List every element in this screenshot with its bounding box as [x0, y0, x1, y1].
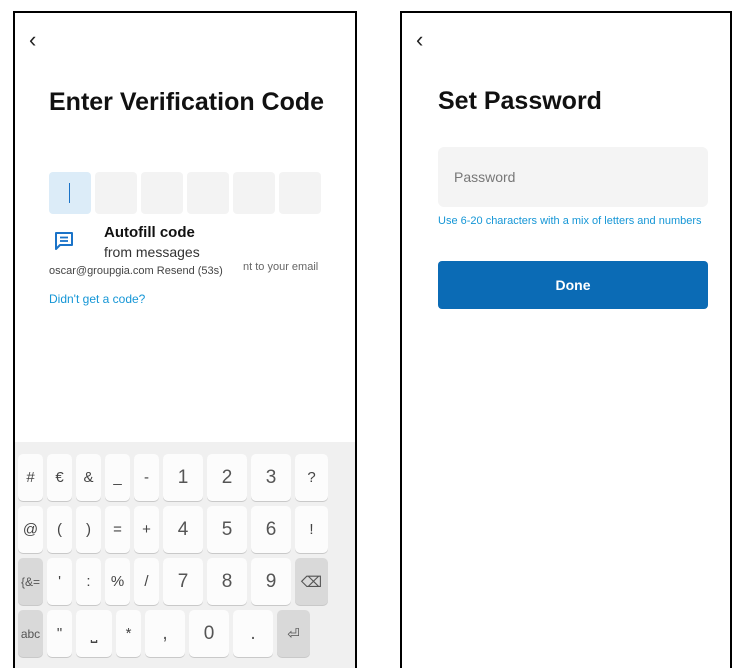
set-password-screen: ‹ Set Password Password Use 6-20 charact… — [400, 11, 732, 668]
key-underscore[interactable]: _ — [105, 454, 130, 501]
back-chevron-icon[interactable]: ‹ — [29, 29, 36, 51]
key-6[interactable]: 6 — [251, 506, 291, 553]
key-percent[interactable]: % — [105, 558, 130, 605]
verification-code-input[interactable] — [49, 172, 321, 214]
key-open-paren[interactable]: ( — [47, 506, 72, 553]
key-0[interactable]: 0 — [189, 610, 229, 657]
code-digit-box-4[interactable] — [187, 172, 229, 214]
backspace-icon[interactable]: ⌫ — [295, 558, 328, 605]
done-button[interactable]: Done — [438, 261, 708, 309]
key-3[interactable]: 3 — [251, 454, 291, 501]
autofill-subtitle: from messages — [104, 244, 200, 260]
back-chevron-icon[interactable]: ‹ — [416, 29, 423, 51]
key-8[interactable]: 8 — [207, 558, 247, 605]
code-digit-box-5[interactable] — [233, 172, 275, 214]
key-quote[interactable]: " — [47, 610, 72, 657]
code-digit-box-3[interactable] — [141, 172, 183, 214]
key-exclamation[interactable]: ! — [295, 506, 328, 553]
key-9[interactable]: 9 — [251, 558, 291, 605]
keyboard-row: {&= ':%/7 8 9 ⌫ — [18, 558, 353, 605]
key-euro[interactable]: € — [47, 454, 72, 501]
key-minus[interactable]: - — [134, 454, 159, 501]
key-question[interactable]: ? — [295, 454, 328, 501]
email-resend-line: oscar@groupgia.com Resend (53s) — [49, 265, 223, 277]
key-comma[interactable]: , — [145, 610, 185, 657]
key-ampersand[interactable]: & — [76, 454, 101, 501]
key-period[interactable]: . — [233, 610, 273, 657]
code-digit-box-1[interactable] — [49, 172, 91, 214]
key-symbols-toggle[interactable]: {&= — [18, 558, 43, 605]
space-icon[interactable]: ⎵ — [76, 610, 112, 657]
keyboard-row: # € & _ -1 2 3? — [18, 454, 353, 501]
key-abc[interactable]: abc — [18, 610, 43, 657]
key-equals[interactable]: = — [105, 506, 130, 553]
message-icon — [55, 232, 73, 250]
key-4[interactable]: 4 — [163, 506, 203, 553]
key-close-paren[interactable]: ) — [76, 506, 101, 553]
code-digit-box-6[interactable] — [279, 172, 321, 214]
enter-icon[interactable]: ⏎ — [277, 610, 310, 657]
key-colon[interactable]: : — [76, 558, 101, 605]
key-slash[interactable]: / — [134, 558, 159, 605]
keyboard-row: @() = +4 5 6! — [18, 506, 353, 553]
keyboard-row: abc " ⎵ *, 0. ⏎ — [18, 610, 353, 657]
didnt-get-code-link[interactable]: Didn't get a code? — [49, 292, 145, 306]
key-5[interactable]: 5 — [207, 506, 247, 553]
key-at[interactable]: @ — [18, 506, 43, 553]
page-title: Set Password — [438, 87, 602, 115]
verification-screen: ‹ Enter Verification Code Autofill code … — [13, 11, 357, 668]
key-1[interactable]: 1 — [163, 454, 203, 501]
numeric-keyboard: # € & _ -1 2 3? @() = +4 5 6! {&= ':%/7 8 9 ⌫ abc " ⎵ *, 0. ⏎ — [15, 442, 355, 668]
password-hint: Use 6-20 characters with a mix of letter… — [438, 215, 702, 227]
password-input[interactable]: Password — [438, 147, 708, 207]
text-caret — [69, 183, 70, 203]
key-plus[interactable]: + — [134, 506, 159, 553]
code-digit-box-2[interactable] — [95, 172, 137, 214]
key-2[interactable]: 2 — [207, 454, 247, 501]
key-7[interactable]: 7 — [163, 558, 203, 605]
sent-to-email-text: nt to your email — [243, 261, 319, 273]
key-hash[interactable]: # — [18, 454, 43, 501]
page-title: Enter Verification Code — [49, 88, 325, 116]
key-apostrophe[interactable]: ' — [47, 558, 72, 605]
key-asterisk[interactable]: * — [116, 610, 141, 657]
autofill-title: Autofill code — [104, 224, 195, 241]
